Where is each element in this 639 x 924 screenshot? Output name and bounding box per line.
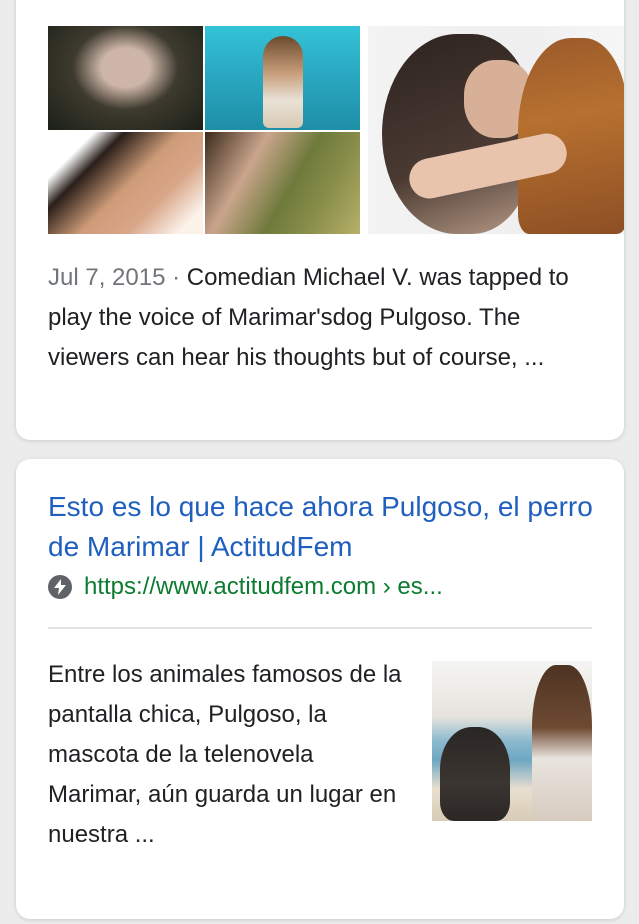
pulgoso-thumbnail-image[interactable] — [432, 661, 592, 821]
collage-tile-portrait — [48, 26, 203, 130]
telenovela-collage-image[interactable] — [48, 26, 360, 234]
search-result-card-1: Jul 7, 2015 · Comedian Michael V. was ta… — [16, 0, 624, 440]
result-snippet: Jul 7, 2015 · Comedian Michael V. was ta… — [48, 258, 608, 378]
collage-tile-poster — [205, 132, 360, 234]
lightning-bolt-icon — [48, 575, 72, 599]
result-url: https://www.actitudfem.com › es... — [84, 573, 443, 600]
divider — [48, 627, 592, 629]
result-date: Jul 7, 2015 — [48, 264, 166, 291]
result-title-link[interactable]: Esto es lo que hace ahora Pulgoso, el pe… — [48, 487, 608, 567]
result-url-row[interactable]: https://www.actitudfem.com › es... — [48, 567, 608, 607]
search-result-card-2: Esto es lo que hace ahora Pulgoso, el pe… — [16, 459, 624, 919]
collage-tile-couple — [48, 132, 203, 234]
collage-tile-beach — [205, 26, 360, 130]
date-separator: · — [165, 264, 187, 291]
result-snippet: Entre los animales famosos de la pantall… — [48, 661, 402, 848]
woman-with-dog-image[interactable] — [368, 26, 624, 234]
